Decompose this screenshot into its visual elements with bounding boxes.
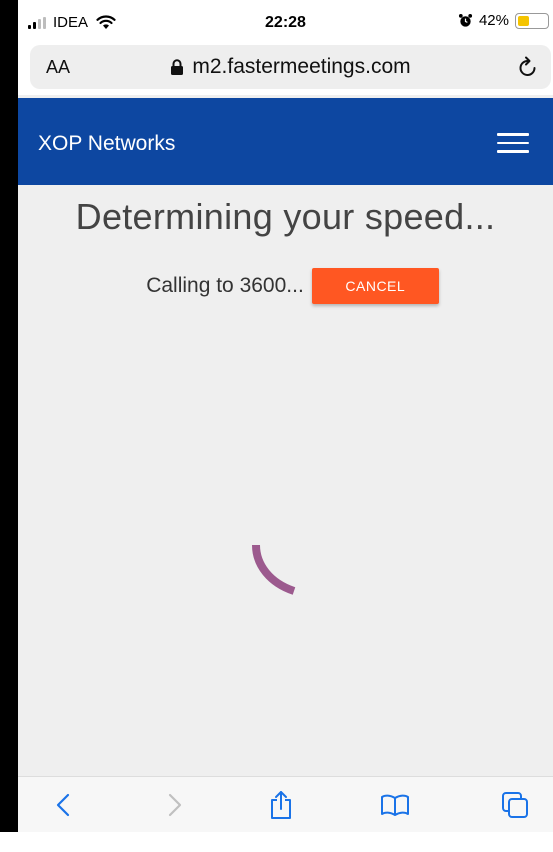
back-icon[interactable] [46,789,80,821]
hamburger-menu-icon[interactable] [497,133,529,153]
reload-icon[interactable] [517,55,539,79]
bookmarks-icon[interactable] [378,789,412,821]
phone-screen: IDEA 22:28 42% AA m2.fastermeetings.com … [18,0,553,832]
address-bar[interactable]: AA m2.fastermeetings.com [30,45,551,89]
browser-toolbar [18,776,553,832]
app-header: XOP Networks [18,98,553,185]
page-title: Determining your speed... [75,196,496,237]
loading-spinner-icon [252,544,296,595]
status-right: 42% [458,12,549,29]
battery-percent: 42% [478,12,509,29]
battery-icon [515,12,549,29]
screenshot-margin [0,832,553,852]
call-status-row: Calling to 3600... CANCEL [18,268,553,304]
forward-icon[interactable] [158,789,192,821]
tabs-icon[interactable] [498,789,532,821]
address-bar-area: AA m2.fastermeetings.com [18,40,553,95]
battery-fill [518,15,530,26]
share-icon[interactable] [264,789,298,821]
device-bezel [0,0,18,832]
lock-icon [171,58,184,75]
url-display[interactable]: m2.fastermeetings.com [30,55,551,79]
calling-status: Calling to 3600... [146,274,304,297]
brand-name[interactable]: XOP Networks [38,132,175,156]
cancel-button[interactable]: CANCEL [311,268,439,304]
url-text: m2.fastermeetings.com [192,55,411,78]
status-bar: IDEA 22:28 42% [18,0,553,40]
alarm-icon [458,13,473,27]
